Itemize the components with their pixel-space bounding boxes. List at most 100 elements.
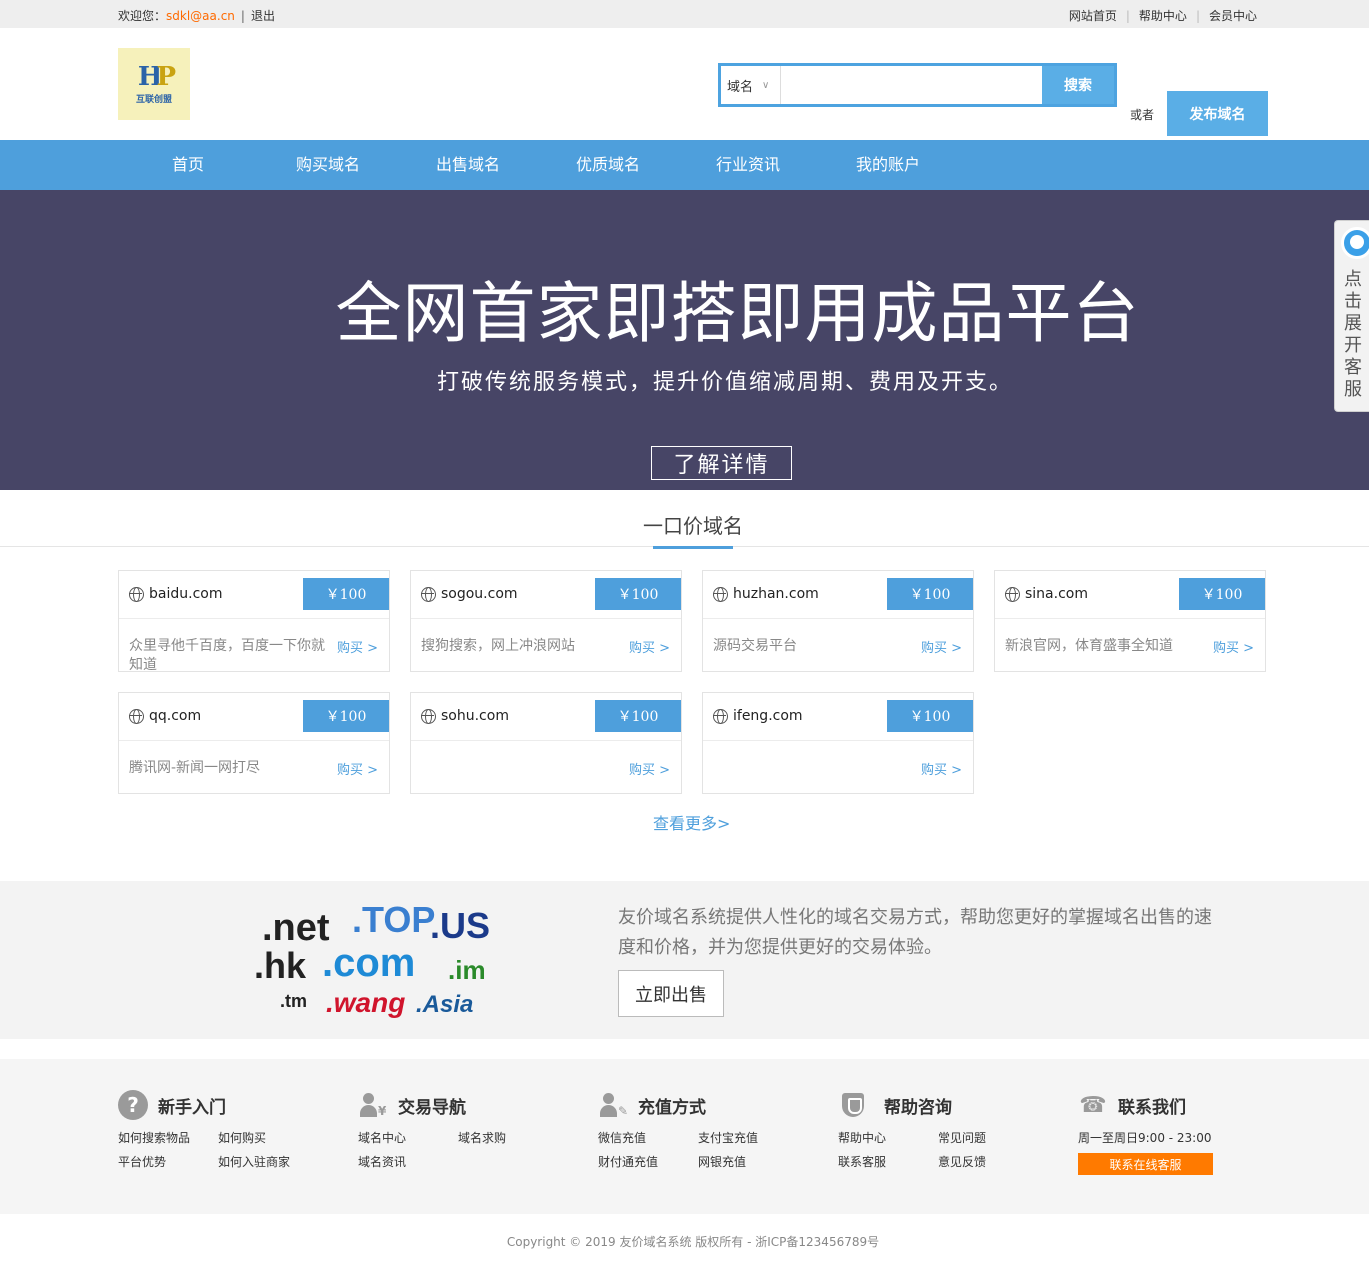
nav-item-my-account[interactable]: 我的账户 <box>818 140 958 190</box>
domain-card[interactable]: sohu.com ￥100 购买 > <box>410 692 682 794</box>
top-link-help[interactable]: 帮助中心 <box>1139 9 1187 23</box>
tld-com: .com <box>322 941 416 985</box>
or-text: 或者 <box>1130 108 1155 122</box>
domain-description: 源码交易平台 <box>713 638 797 654</box>
domain-name: qq.com <box>149 708 202 724</box>
footer-link[interactable]: 帮助中心 <box>838 1129 938 1146</box>
view-more-link[interactable]: 查看更多> <box>653 810 730 834</box>
globe-icon <box>129 709 144 724</box>
buy-link[interactable]: 购买 > <box>629 759 670 778</box>
domain-name: sohu.com <box>441 708 509 724</box>
welcome-text: 欢迎您： <box>118 9 167 23</box>
footer-col-help: 帮助咨询 帮助中心 常见问题 联系客服 意见反馈 <box>838 1089 1078 1170</box>
user-money-icon: ¥ <box>358 1090 388 1120</box>
footer-col-title: 帮助咨询 <box>884 1097 952 1118</box>
top-link-home[interactable]: 网站首页 <box>1069 9 1117 23</box>
buy-link[interactable]: 购买 > <box>337 637 378 656</box>
globe-icon <box>713 587 728 602</box>
domain-description: 众里寻他千百度，百度一下你就知道 <box>129 638 325 673</box>
nav-item-industry-news[interactable]: 行业资讯 <box>678 140 818 190</box>
search-input[interactable] <box>781 66 1042 104</box>
domain-description: 腾讯网-新闻一网打尽 <box>129 760 261 776</box>
price-tag: ￥100 <box>595 700 681 732</box>
publish-domain-button[interactable]: 发布域名 <box>1167 91 1268 136</box>
logout-link[interactable]: 退出 <box>251 9 275 23</box>
footer-link[interactable]: 域名资讯 <box>358 1153 458 1170</box>
sell-promo-section: .net .TOP .US .hk .com .im .tm .wang .As… <box>0 881 1369 1039</box>
footer-col-recharge: ✎ 充值方式 微信充值 支付宝充值 财付通充值 网银充值 <box>598 1089 838 1170</box>
domain-card[interactable]: baidu.com ￥100 众里寻他千百度，百度一下你就知道 购买 > <box>118 570 390 673</box>
search-type-select[interactable]: 域名 ∨ <box>721 66 781 104</box>
tld-tm: .tm <box>280 991 307 1011</box>
domain-card[interactable]: huzhan.com ￥100 源码交易平台 购买 > <box>702 570 974 672</box>
site-logo[interactable]: HP 互联创盟 <box>118 48 190 120</box>
footer-link[interactable]: 平台优势 <box>118 1153 218 1170</box>
footer-link[interactable]: 如何购买 <box>218 1129 318 1146</box>
price-tag: ￥100 <box>887 578 973 610</box>
nav-item-sell-domain[interactable]: 出售域名 <box>398 140 538 190</box>
buy-link[interactable]: 购买 > <box>1213 637 1254 656</box>
price-tag: ￥100 <box>595 578 681 610</box>
chat-bubble-icon <box>1341 227 1369 259</box>
domain-name: huzhan.com <box>733 586 819 602</box>
domain-description: 新浪官网，体育盛事全知道 <box>1005 638 1173 654</box>
logo-text: 互联创盟 <box>135 94 172 105</box>
footer-link[interactable]: 财付通充值 <box>598 1153 698 1170</box>
footer-link[interactable]: 网银充值 <box>698 1153 798 1170</box>
tld-asia: .Asia <box>416 991 474 1018</box>
footer-col-title: 新手入门 <box>158 1097 226 1118</box>
customer-service-tab[interactable]: 点击展开客服 <box>1334 220 1369 412</box>
shield-icon <box>842 1093 864 1117</box>
buy-link[interactable]: 购买 > <box>921 759 962 778</box>
online-service-button[interactable]: 联系在线客服 <box>1078 1153 1213 1175</box>
footer-links: ? 新手入门 如何搜索物品 如何购买 平台优势 如何入驻商家 ¥ 交易导航 域名… <box>0 1059 1369 1214</box>
promo-description: 友价域名系统提供人性化的域名交易方式，帮助您更好的掌握域名出售的速度和价格，并为… <box>618 907 1212 958</box>
banner-subtitle: 打破传统服务模式，提升价值缩减周期、费用及开支。 <box>436 370 1013 395</box>
search-button[interactable]: 搜索 <box>1042 66 1114 104</box>
domain-card[interactable]: sogou.com ￥100 搜狗搜索，网上冲浪网站 购买 > <box>410 570 682 672</box>
logo-mark: HP <box>137 61 176 92</box>
footer-link[interactable]: 支付宝充值 <box>698 1129 798 1146</box>
buy-link[interactable]: 购买 > <box>921 637 962 656</box>
learn-more-button[interactable]: 了解详情 <box>651 446 792 480</box>
tld-top: .TOP <box>352 899 436 940</box>
footer-link[interactable]: 意见反馈 <box>938 1153 1038 1170</box>
copyright: Copyright © 2019 友价域名系统 版权所有 - 浙ICP备1234… <box>506 1235 880 1249</box>
section-title-underline <box>653 546 733 549</box>
hero-banner: 全网首家即搭即用成品平台 打破传统服务模式，提升价值缩减周期、费用及开支。 了解… <box>0 190 1369 490</box>
globe-icon <box>129 587 144 602</box>
nav-item-home[interactable]: 首页 <box>118 140 258 190</box>
footer-link[interactable]: 域名中心 <box>358 1129 458 1146</box>
footer-col-title: 充值方式 <box>638 1097 706 1118</box>
domain-card[interactable]: qq.com ￥100 腾讯网-新闻一网打尽 购买 > <box>118 692 390 794</box>
price-tag: ￥100 <box>303 578 389 610</box>
domain-card[interactable]: sina.com ￥100 新浪官网，体育盛事全知道 购买 > <box>994 570 1266 672</box>
footer-link[interactable]: 微信充值 <box>598 1129 698 1146</box>
footer-link[interactable]: 常见问题 <box>938 1129 1038 1146</box>
buy-link[interactable]: 购买 > <box>629 637 670 656</box>
globe-icon <box>713 709 728 724</box>
footer-col-trade-nav: ¥ 交易导航 域名中心 域名求购 域名资讯 <box>358 1089 598 1170</box>
sell-now-button[interactable]: 立即出售 <box>618 970 724 1017</box>
price-tag: ￥100 <box>887 700 973 732</box>
globe-icon <box>421 587 436 602</box>
domain-name: sina.com <box>1025 586 1088 602</box>
tld-im: .im <box>448 955 486 985</box>
footer-link[interactable]: 如何入驻商家 <box>218 1153 318 1170</box>
username-link[interactable]: sdkl@aa.cn <box>166 9 235 23</box>
footer-col-title: 联系我们 <box>1118 1097 1186 1118</box>
tld-logos-image: .net .TOP .US .hk .com .im .tm .wang .As… <box>230 899 500 1024</box>
top-link-member[interactable]: 会员中心 <box>1209 9 1257 23</box>
footer-link[interactable]: 如何搜索物品 <box>118 1129 218 1146</box>
domain-card[interactable]: ifeng.com ￥100 购买 > <box>702 692 974 794</box>
footer-link[interactable]: 域名求购 <box>458 1129 558 1146</box>
footer-link[interactable]: 联系客服 <box>838 1153 938 1170</box>
section-title-fixed-price: 一口价域名 <box>643 514 743 538</box>
buy-link[interactable]: 购买 > <box>337 759 378 778</box>
main-nav: 首页 购买域名 出售域名 优质域名 行业资讯 我的账户 <box>0 140 1369 190</box>
globe-icon <box>421 709 436 724</box>
chevron-down-icon: ∨ <box>762 79 770 91</box>
domain-name: sogou.com <box>441 586 518 602</box>
nav-item-premium-domain[interactable]: 优质域名 <box>538 140 678 190</box>
nav-item-buy-domain[interactable]: 购买域名 <box>258 140 398 190</box>
